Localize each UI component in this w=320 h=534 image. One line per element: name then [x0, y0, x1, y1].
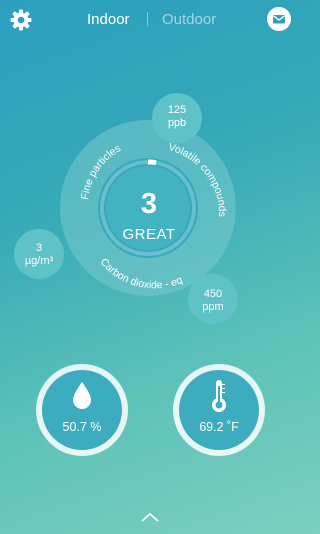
- volatile-compounds-unit: ppb: [167, 117, 187, 129]
- value-fine-particles[interactable]: 3 µg/m³: [14, 242, 64, 268]
- air-quality-rating: GREAT: [122, 226, 176, 243]
- tab-outdoor[interactable]: Outdoor: [162, 11, 216, 28]
- mail-icon[interactable]: [267, 7, 291, 31]
- volatile-compounds-value: 125: [167, 104, 187, 116]
- water-drop-icon: [73, 382, 91, 409]
- carbon-dioxide-value: 450: [203, 288, 223, 300]
- gear-icon[interactable]: [9, 8, 33, 32]
- temperature-value: 69.2 ˚F: [199, 420, 239, 434]
- thermometer-icon: [212, 380, 226, 412]
- value-carbon-dioxide[interactable]: 450 ppm: [188, 288, 238, 314]
- tab-indoor[interactable]: Indoor: [87, 11, 130, 28]
- chevron-up-icon[interactable]: [140, 512, 160, 522]
- humidity-value: 50.7 %: [62, 420, 102, 434]
- air-quality-score: 3: [140, 188, 158, 220]
- temperature-gauge[interactable]: 69.2 ˚F: [171, 362, 267, 458]
- fine-particles-value: 3: [35, 242, 43, 254]
- carbon-dioxide-unit: ppm: [202, 301, 224, 313]
- humidity-gauge[interactable]: 50.7 %: [34, 362, 130, 458]
- fine-particles-unit: µg/m³: [24, 255, 54, 267]
- tab-divider: [147, 12, 148, 26]
- score-marker: [147, 159, 157, 166]
- value-volatile-compounds[interactable]: 125 ppb: [152, 104, 202, 130]
